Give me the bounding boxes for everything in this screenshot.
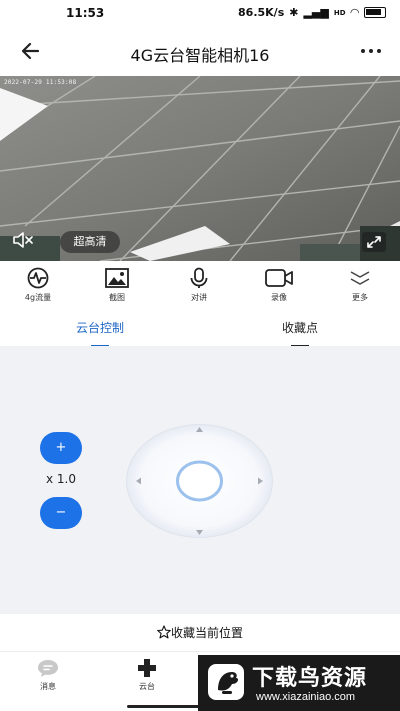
tool-label: 更多 (352, 293, 368, 302)
watermark-url: www.xiazainiao.com (256, 691, 356, 703)
expand-icon (367, 236, 381, 248)
watermark-banner: 下载鸟资源 www.xiazainiao.com (198, 655, 400, 711)
chevron-double-down-icon (350, 271, 370, 285)
microphone-icon (190, 267, 208, 288)
camera-feed[interactable]: 2022-07-29 11:53:08 (0, 76, 400, 261)
save-position-bar: 收藏当前位置 (0, 614, 400, 652)
watermark-title: 下载鸟资源 (252, 666, 368, 691)
tool-more[interactable]: 更多 (330, 267, 390, 303)
nav-ptz[interactable]: 云台 (117, 658, 177, 692)
app-screen: 11:53 86.5K/s ✱ ▂▄▆ HD ◠ 4G云台智能相机16 2022… (0, 0, 400, 711)
video-camera-icon (265, 269, 293, 287)
tab-favorites[interactable]: 收藏点 (240, 319, 360, 347)
directional-pad-icon[interactable] (125, 423, 274, 539)
zoom-out-button[interactable]: − (40, 497, 82, 529)
toolbar: 4g流量 截图 对讲 录像 更多 (0, 261, 400, 314)
speaker-muted-icon (13, 232, 33, 248)
mute-button[interactable] (11, 230, 35, 250)
ptz-control-panel: + x 1.0 − (0, 346, 400, 614)
save-position-label: 收藏当前位置 (170, 626, 243, 640)
more-dot (377, 49, 381, 53)
dpad-cross-icon (138, 659, 156, 677)
fullscreen-button[interactable] (362, 232, 386, 252)
hd-badge: HD (333, 8, 346, 17)
star-outline-icon (157, 625, 171, 639)
more-dots-icon (361, 49, 365, 53)
tool-record[interactable]: 录像 (249, 267, 309, 303)
title-bar: 4G云台智能相机16 (0, 26, 400, 76)
bluetooth-icon: ✱ (289, 6, 299, 19)
zoom-in-button[interactable]: + (40, 432, 82, 464)
joystick-knob[interactable] (176, 460, 223, 502)
more-menu-button[interactable] (356, 38, 386, 64)
save-position-button[interactable]: 收藏当前位置 (0, 624, 400, 641)
more-dot (369, 49, 373, 53)
nav-messages[interactable]: 消息 (18, 658, 78, 692)
battery-icon (364, 7, 386, 18)
video-timestamp: 2022-07-29 11:53:08 (4, 79, 77, 86)
tab-ptz-control[interactable]: 云台控制 (40, 319, 160, 347)
quality-selector-button[interactable]: 超高清 (60, 231, 120, 253)
tool-intercom[interactable]: 对讲 (169, 267, 229, 303)
tool-4g-data[interactable]: 4g流量 (8, 267, 68, 303)
chat-bubble-icon (38, 660, 58, 677)
tool-label: 截图 (109, 293, 125, 302)
tool-label: 录像 (271, 293, 287, 302)
nav-label: 云台 (139, 682, 155, 691)
status-bar: 11:53 86.5K/s ✱ ▂▄▆ HD ◠ (0, 0, 400, 26)
zoom-level: x 1.0 (46, 472, 76, 486)
status-time: 11:53 (66, 6, 105, 20)
status-indicators: 86.5K/s ✱ ▂▄▆ HD ◠ (238, 6, 386, 19)
signal-wave-icon (27, 267, 49, 289)
tool-label: 4g流量 (24, 293, 52, 302)
page-title: 4G云台智能相机16 (130, 46, 270, 65)
ceiling-scene (0, 76, 400, 261)
tab-label: 收藏点 (281, 321, 318, 335)
nav-label: 消息 (40, 682, 56, 691)
network-speed: 86.5K/s (238, 6, 285, 19)
tool-label: 对讲 (191, 293, 207, 302)
ptz-tabs: 云台控制 收藏点 (0, 314, 400, 347)
wifi-icon: ◠ (350, 6, 359, 19)
tab-label: 云台控制 (75, 321, 124, 335)
signal-icon: ▂▄▆ (303, 6, 329, 19)
tool-screenshot[interactable]: 截图 (87, 267, 147, 303)
bird-logo-icon (208, 664, 244, 700)
image-icon (105, 268, 129, 288)
